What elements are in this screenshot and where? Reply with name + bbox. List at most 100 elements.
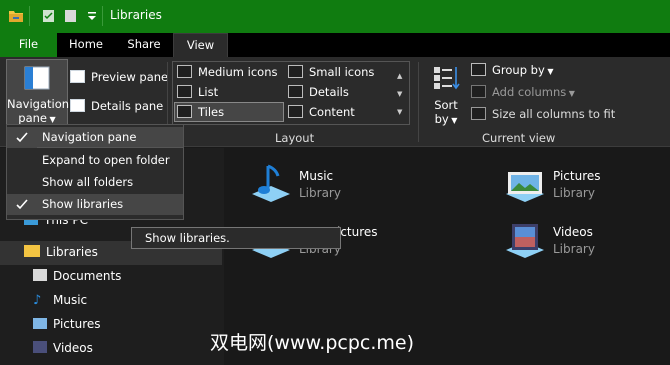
navigation-pane-icon: [24, 66, 50, 90]
layout-medium-icons[interactable]: Medium icons: [177, 65, 277, 79]
folder-icon[interactable]: [8, 8, 24, 24]
pictures-library-icon: [506, 172, 544, 202]
layout-small-icons-label: Small icons: [309, 65, 375, 79]
tile-pictures[interactable]: Pictures Library: [502, 160, 662, 210]
preview-pane-icon: [70, 70, 85, 83]
tile-pictures-title: Pictures: [553, 169, 601, 183]
checkmark-icon: [15, 194, 29, 215]
tiles-icon: [177, 105, 192, 118]
libraries-folder-icon: [24, 245, 40, 257]
nav-videos-label: Videos: [53, 341, 93, 355]
tile-camera-roll-title: ictures: [337, 225, 378, 239]
medium-icons-icon: [177, 65, 192, 78]
sort-by-label-line2-wrap: by ▼: [428, 112, 464, 126]
checkmark-icon: [15, 127, 29, 148]
nav-item-videos[interactable]: Videos: [33, 341, 93, 355]
dropdown-arrow-icon: ▼: [544, 67, 554, 76]
music-library-icon: [252, 164, 290, 202]
sort-by-label-line1: Sort: [434, 98, 458, 112]
sort-by-button[interactable]: Sort by ▼: [428, 62, 466, 126]
properties-icon[interactable]: [41, 8, 57, 24]
tile-music-type: Library: [299, 186, 341, 200]
details-pane-button[interactable]: Details pane: [70, 99, 163, 113]
dropdown-arrow-icon: ▼: [566, 89, 575, 98]
navigation-pane-menu: Navigation pane Expand to open folder Sh…: [6, 124, 184, 220]
dropdown-arrow-icon: ▼: [47, 115, 56, 124]
ribbon-separator: [418, 62, 419, 142]
customize-toolbar-icon[interactable]: [84, 8, 100, 24]
details-pane-icon: [70, 99, 85, 112]
layout-group-label: Layout: [275, 131, 315, 145]
tile-videos-title: Videos: [553, 225, 593, 239]
menu-item-label: Navigation pane: [42, 130, 137, 144]
videos-library-icon: [506, 224, 544, 258]
menu-item-show-all-folders[interactable]: Show all folders: [7, 172, 183, 193]
ribbon-tabs: File Home Share View: [0, 33, 670, 57]
nav-pictures-label: Pictures: [53, 317, 101, 331]
layout-tiles[interactable]: Tiles: [174, 102, 284, 122]
tab-view[interactable]: View: [173, 33, 228, 57]
new-folder-icon[interactable]: [63, 8, 79, 24]
tab-file[interactable]: File: [0, 33, 57, 57]
menu-item-label: Expand to open folder: [42, 153, 170, 167]
layout-content-label: Content: [309, 105, 355, 119]
tile-videos-type: Library: [553, 242, 595, 256]
navigation-pane-label-text: pane: [18, 111, 47, 125]
tab-share[interactable]: Share: [118, 33, 170, 57]
layout-details[interactable]: Details: [288, 85, 349, 99]
list-icon: [177, 85, 192, 98]
nav-item-documents[interactable]: Documents: [33, 269, 121, 283]
layout-tiles-label: Tiles: [198, 105, 225, 119]
tab-home[interactable]: Home: [60, 33, 112, 57]
layout-medium-icons-label: Medium icons: [198, 65, 278, 79]
details-icon: [288, 85, 303, 98]
music-icon: ♪: [33, 293, 42, 308]
content-icon: [288, 105, 303, 118]
menu-item-label: Show libraries: [42, 197, 124, 211]
size-columns-icon: [471, 107, 486, 120]
navigation-pane-label-line2: pane ▼: [7, 111, 67, 125]
tile-videos[interactable]: Videos Library: [502, 216, 662, 266]
tile-pictures-type: Library: [553, 186, 595, 200]
nav-documents-label: Documents: [53, 269, 122, 283]
divider: [29, 6, 30, 26]
nav-music-label: Music: [53, 293, 88, 307]
size-all-columns-label: Size all columns to fit: [492, 107, 616, 121]
title-bar: Libraries: [0, 0, 670, 33]
details-pane-label: Details pane: [91, 99, 164, 113]
preview-pane-label: Preview pane: [91, 70, 169, 84]
documents-icon: [33, 269, 47, 281]
gallery-scroll-arrows[interactable]: ▲ ▼ ▼: [397, 67, 402, 121]
layout-small-icons[interactable]: Small icons: [288, 65, 374, 79]
preview-pane-button[interactable]: Preview pane: [70, 70, 168, 84]
menu-separator: [37, 147, 183, 148]
layout-content[interactable]: Content: [288, 105, 355, 119]
small-icons-icon: [288, 65, 303, 78]
videos-icon: [33, 341, 47, 353]
group-by-button[interactable]: Group by ▼: [471, 63, 553, 77]
navigation-pane-button[interactable]: Navigation pane ▼: [6, 59, 70, 125]
dropdown-arrow-icon: ▼: [448, 116, 458, 125]
menu-item-label: Show all folders: [42, 175, 134, 189]
group-by-label: Group by: [492, 63, 545, 77]
size-all-columns-button[interactable]: Size all columns to fit: [471, 107, 615, 121]
nav-item-music[interactable]: ♪ Music: [33, 293, 87, 308]
watermark: 双电网(www.pcpc.me): [210, 332, 414, 354]
tooltip: Show libraries.: [131, 227, 341, 249]
layout-list[interactable]: List: [177, 85, 218, 99]
add-columns-icon: [471, 85, 486, 98]
navigation-pane-label-line1: Navigation: [7, 97, 70, 111]
divider: [102, 6, 103, 26]
pictures-icon: [33, 318, 47, 329]
group-by-icon: [471, 63, 486, 76]
window-title: Libraries: [110, 8, 162, 22]
tile-music[interactable]: Music Library: [248, 160, 448, 210]
add-columns-label: Add columns: [492, 85, 567, 99]
menu-item-expand-to-open-folder[interactable]: Expand to open folder: [7, 150, 183, 171]
menu-item-show-libraries[interactable]: Show libraries: [7, 194, 183, 215]
menu-item-navigation-pane[interactable]: Navigation pane: [7, 127, 183, 148]
add-columns-button[interactable]: Add columns ▼: [471, 85, 575, 99]
layout-details-label: Details: [309, 85, 349, 99]
nav-item-pictures[interactable]: Pictures: [33, 317, 101, 331]
sort-icon: [434, 67, 460, 90]
